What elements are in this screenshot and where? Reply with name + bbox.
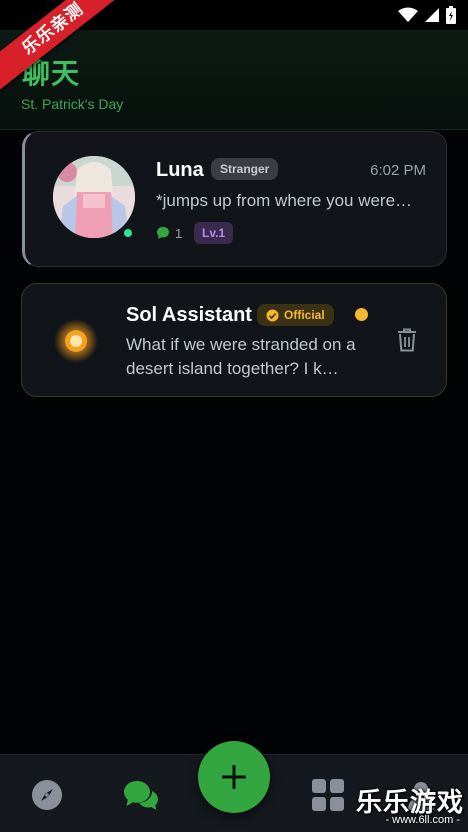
verified-icon — [266, 309, 279, 321]
nav-apps[interactable] — [308, 775, 348, 815]
official-badge: Official — [257, 304, 334, 326]
avatar-image — [53, 156, 135, 238]
official-label: Official — [284, 308, 325, 322]
chat-card-sol-assistant[interactable]: Sol Assistant Official What if we were s… — [21, 283, 447, 397]
wifi-icon — [398, 7, 418, 22]
nav-chats[interactable] — [121, 775, 161, 815]
grid-icon — [312, 779, 344, 811]
chat-preview: What if we were stranded on a desert isl… — [126, 335, 356, 378]
page-header: 聊天 St. Patrick's Day — [0, 30, 468, 130]
chat-card-luna[interactable]: Luna Stranger 6:02 PM *jumps up from whe… — [22, 131, 447, 267]
status-icons — [398, 6, 456, 24]
chat-bubbles-icon — [124, 781, 158, 810]
message-bubble-icon — [157, 227, 169, 239]
nav-discover[interactable] — [27, 775, 67, 815]
chat-time: 6:02 PM — [370, 162, 426, 179]
page-subtitle: St. Patrick's Day — [21, 96, 124, 112]
chat-name: Sol Assistant — [126, 304, 252, 326]
trash-icon[interactable] — [397, 328, 417, 352]
site-watermark: 乐乐游戏 - www.6ll.com - — [350, 780, 468, 832]
create-chat-button[interactable] — [198, 741, 270, 813]
message-count: 1 — [175, 226, 183, 241]
online-indicator — [122, 227, 134, 239]
signal-icon — [425, 8, 439, 22]
chat-preview: *jumps up from where you were… — [156, 191, 413, 210]
stranger-badge: Stranger — [211, 158, 279, 180]
watermark-url: - www.6ll.com - — [385, 814, 460, 826]
compass-icon — [32, 780, 62, 810]
battery-icon — [446, 6, 456, 24]
chat-name: Luna — [156, 159, 204, 181]
avatar — [53, 156, 135, 238]
plus-icon — [222, 765, 246, 789]
level-badge: Lv.1 — [194, 222, 234, 244]
unread-dot — [355, 308, 368, 321]
sun-avatar-icon — [54, 319, 98, 363]
